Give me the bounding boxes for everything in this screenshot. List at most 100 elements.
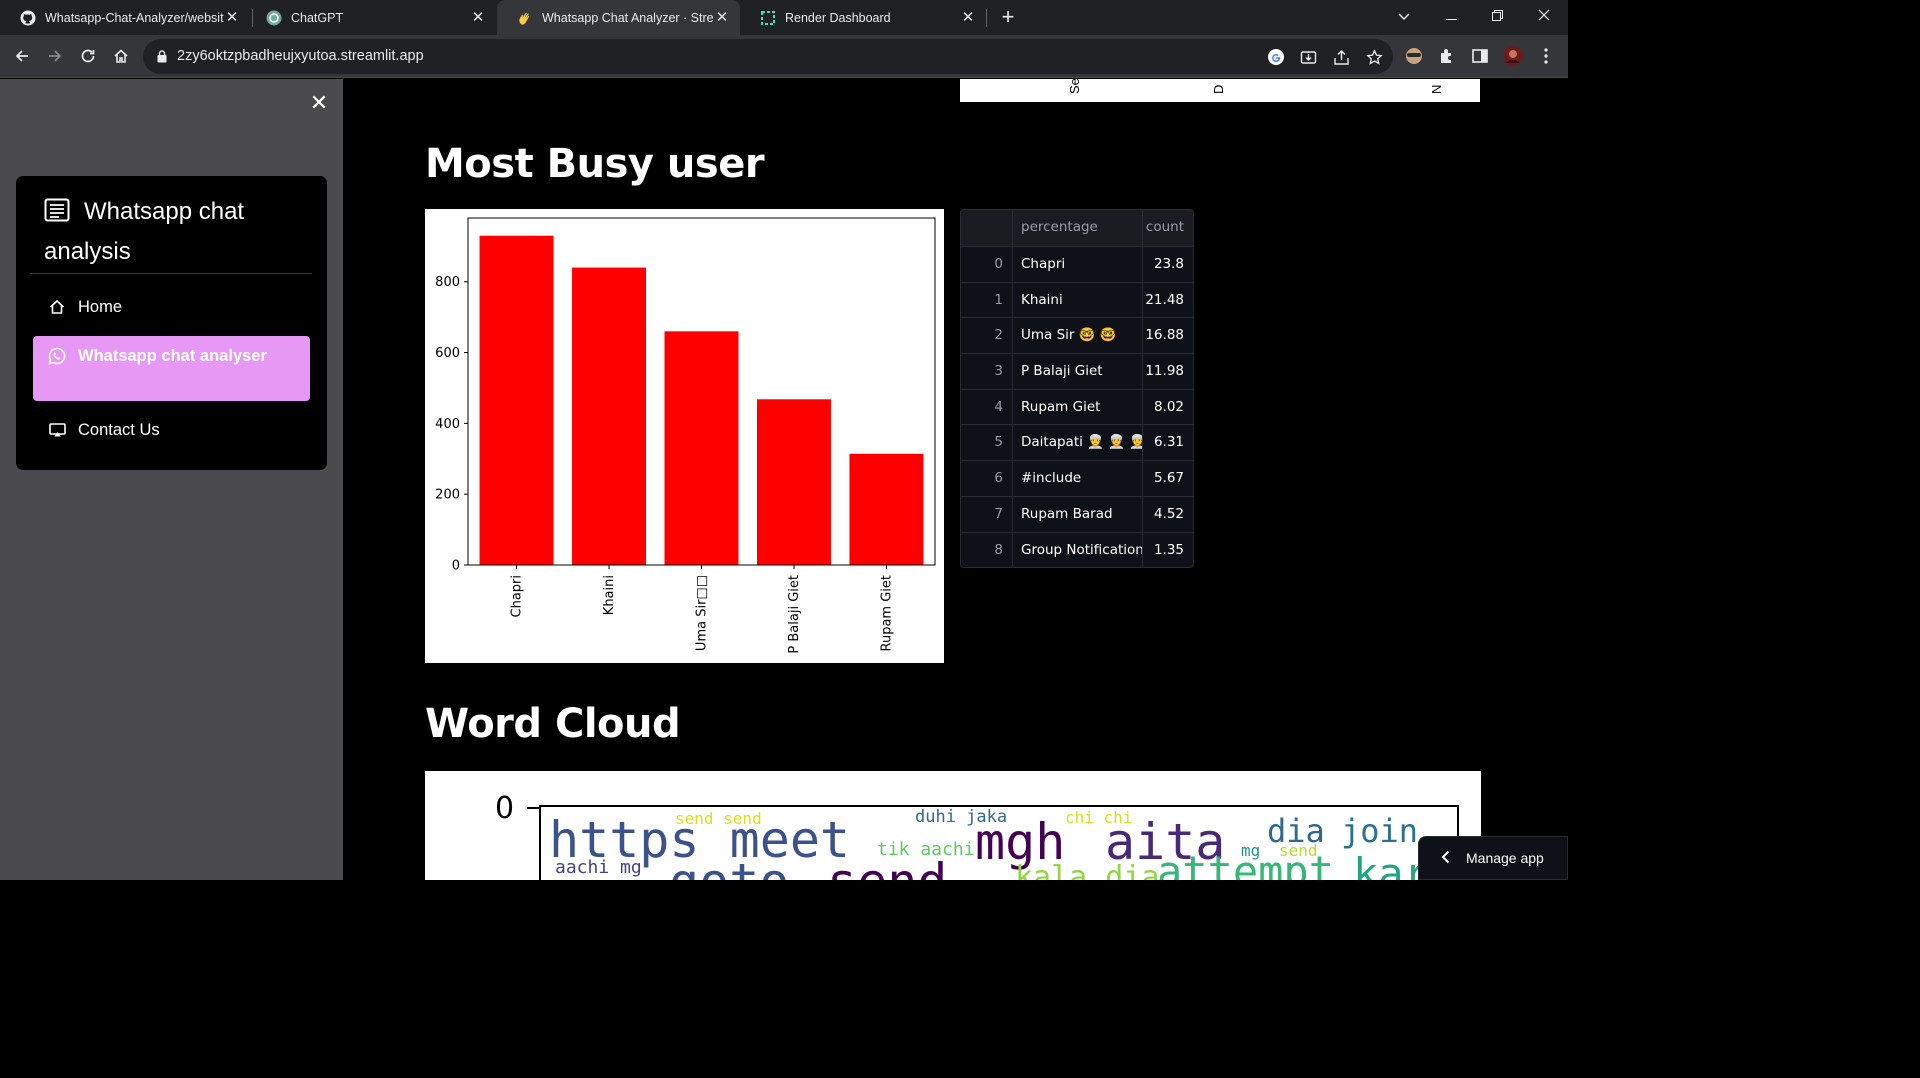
address-bar[interactable]: 2zy6oktzpbadheujxyutoa.streamlit.app (143, 39, 1393, 74)
bar (479, 235, 554, 565)
browser-menu-icon[interactable] (1535, 45, 1557, 67)
profile-avatar[interactable] (1502, 45, 1524, 67)
whatsapp-icon (48, 347, 66, 365)
row-name: Khaini (1013, 282, 1143, 318)
sidebar-item-contact-us[interactable]: Contact Us (33, 414, 310, 446)
bookmark-star-icon[interactable] (1364, 47, 1384, 67)
install-app-icon[interactable] (1298, 47, 1318, 67)
table-row: 3 P Balaji Giet 11.98 (961, 353, 1193, 389)
cloud-axis-tick (527, 807, 539, 809)
row-value: 23.8 (1153, 256, 1184, 272)
google-icon[interactable] (1266, 47, 1286, 67)
cloud-word: aachi mg (555, 857, 642, 878)
row-index: 4 (961, 389, 1013, 425)
sidebar-item-label: Home (78, 297, 123, 316)
row-value: 6.31 (1153, 434, 1184, 451)
back-arrow-icon[interactable] (9, 43, 35, 69)
tab-title: Render Dashboard (785, 10, 891, 25)
word-cloud-heading: Word Cloud (425, 701, 681, 747)
previous-chart-tick-label: D (1211, 84, 1226, 94)
close-tab-icon[interactable]: ✕ (470, 9, 486, 26)
extension-face-icon[interactable] (1403, 45, 1425, 67)
most-busy-user-heading: Most Busy user (425, 141, 765, 187)
option-menu: Whatsapp chat analysis Home Whatsapp cha… (16, 176, 327, 470)
tab-separator (986, 9, 987, 27)
row-index: 1 (961, 282, 1013, 318)
menu-divider (30, 273, 312, 274)
close-tab-icon[interactable]: ✕ (960, 9, 976, 26)
table-row: 2 Uma Sir 🤓 🤓 16.88 (961, 317, 1193, 354)
word-cloud-image: 0 send send duhi jaka chi chi https meet… (425, 771, 1481, 880)
cloud-word: send (827, 857, 947, 880)
previous-chart-tick-label: Se (1067, 79, 1082, 94)
browser-toolbar: 2zy6oktzpbadheujxyutoa.streamlit.app (0, 35, 1568, 78)
tab-search-chevron-icon[interactable] (1381, 0, 1427, 35)
x-tick-label: Chapri (510, 575, 525, 618)
home-icon[interactable] (108, 43, 134, 69)
table-column-count[interactable]: count (1143, 210, 1193, 246)
reload-icon[interactable] (75, 43, 101, 69)
sidebar-item-home[interactable]: Home (33, 291, 310, 323)
side-panel-icon[interactable] (1469, 45, 1491, 67)
table-column-percentage[interactable]: percentage (1013, 210, 1143, 246)
cast-icon (48, 421, 66, 439)
close-sidebar-icon[interactable]: ✕ (309, 92, 329, 114)
y-tick-label: 200 (435, 488, 460, 503)
manage-app-label: Manage app (1466, 850, 1544, 866)
minimize-icon[interactable] (1428, 0, 1474, 35)
github-icon (20, 10, 36, 26)
row-value: 11.98 (1145, 363, 1184, 380)
table-row: 1 Khaini 21.48 (961, 281, 1193, 318)
busy-users-table: percentage count 0 Chapri 23.8 1 Khaini … (960, 209, 1194, 569)
row-index: 2 (961, 318, 1013, 354)
table-index-header (961, 210, 1013, 246)
forward-arrow-icon[interactable] (42, 43, 68, 69)
previous-chart-tick-label: N (1429, 84, 1444, 94)
lock-icon[interactable] (157, 50, 167, 68)
row-index: 5 (961, 425, 1013, 461)
share-icon[interactable] (1331, 47, 1351, 67)
row-name: Uma Sir 🤓 🤓 (1013, 318, 1143, 354)
tab-title: Whatsapp-Chat-Analyzer/website (45, 10, 224, 25)
busy-users-chart-svg: Chapri Khaini Uma Sir□□ P Balaji Giet Rupam … (435, 217, 936, 654)
row-index: 6 (961, 461, 1013, 496)
browser-tab-chatgpt[interactable]: ChatGPT ✕ (246, 0, 496, 35)
row-name: Chapri (1013, 247, 1143, 282)
browser-tab-render[interactable]: Render Dashboard ✕ (740, 0, 986, 35)
table-row: 6 #include 5.67 (961, 460, 1193, 496)
new-tab-plus-icon[interactable]: + (996, 6, 1020, 30)
y-tick-label: 400 (435, 417, 460, 432)
y-tick-label: 0 (452, 559, 460, 574)
browser-tab-github[interactable]: Whatsapp-Chat-Analyzer/website ✕ (0, 0, 250, 35)
row-value: 5.67 (1153, 470, 1184, 487)
x-tick-label: Uma Sir□□ (695, 575, 710, 651)
row-name: Group Notification (1013, 532, 1143, 568)
browser-tab-streamlit[interactable]: Whatsapp Chat Analyzer · Stream ✕ (497, 0, 740, 35)
restore-icon[interactable] (1474, 0, 1520, 35)
menu-title: Whatsapp chat analysis (44, 193, 314, 270)
y-tick-label: 600 (435, 346, 460, 361)
cloud-frame: send send duhi jaka chi chi https meet t… (539, 805, 1459, 880)
tab-title: ChatGPT (291, 10, 344, 25)
url-text[interactable]: 2zy6oktzpbadheujxyutoa.streamlit.app (177, 48, 424, 64)
cloud-word: kala dia (1015, 860, 1160, 881)
table-row: 7 Rupam Barad 4.52 (961, 495, 1193, 532)
row-value: 16.88 (1145, 327, 1184, 344)
x-tick-label: Rupam Giet (879, 575, 894, 651)
cloud-axis-tick-label: 0 (495, 791, 515, 826)
sidebar-item-whatsapp-chat-analyser[interactable]: Whatsapp chat analyser (33, 336, 310, 401)
table-row: 4 Rupam Giet 8.02 (961, 388, 1193, 425)
busy-users-bar-chart: Chapri Khaini Uma Sir□□ P Balaji Giet Rupam … (425, 209, 944, 663)
sidebar-item-label: Whatsapp chat analyser (78, 347, 267, 365)
sidebar-item-label: Contact Us (78, 420, 160, 439)
manage-app-button[interactable]: Manage app (1418, 836, 1568, 880)
extensions-puzzle-icon[interactable] (1436, 45, 1458, 67)
close-tab-icon[interactable]: ✕ (224, 9, 240, 26)
row-index: 8 (961, 532, 1013, 568)
row-value: 8.02 (1153, 398, 1184, 415)
browser-tab-bar: Whatsapp-Chat-Analyzer/website ✕ ChatGPT… (0, 0, 1568, 35)
close-tab-icon[interactable]: ✕ (714, 9, 730, 26)
row-name: Daitapati 👳 👳 👳 (1013, 425, 1143, 461)
close-window-icon[interactable] (1521, 0, 1567, 35)
row-index: 7 (961, 496, 1013, 532)
